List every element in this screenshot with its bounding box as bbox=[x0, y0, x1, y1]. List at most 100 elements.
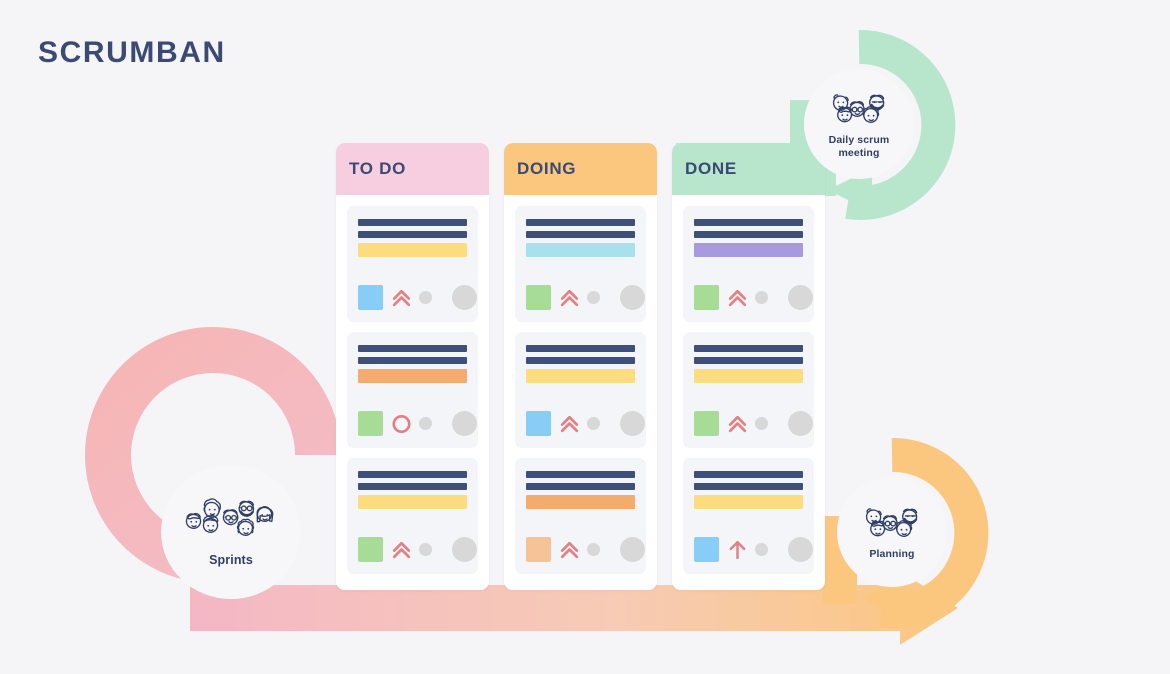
task-card[interactable] bbox=[515, 332, 646, 448]
avatar[interactable] bbox=[452, 537, 477, 562]
card-text-line bbox=[526, 231, 635, 238]
card-color-bar bbox=[694, 243, 803, 257]
card-tag-square[interactable] bbox=[358, 285, 383, 310]
card-status-dot bbox=[419, 417, 432, 430]
card-status-dot bbox=[419, 291, 432, 304]
board-column-doing: DOING bbox=[504, 143, 657, 590]
task-card[interactable] bbox=[515, 458, 646, 574]
board-column-done: DONE bbox=[672, 143, 825, 590]
card-status-dot bbox=[755, 291, 768, 304]
task-card[interactable] bbox=[347, 206, 478, 322]
people-faces-icon bbox=[832, 94, 885, 124]
badge-daily-scrum-meeting[interactable]: Daily scrum meeting bbox=[779, 44, 939, 204]
badge-daily-scrum-content: Daily scrum meeting bbox=[804, 69, 914, 179]
card-tag-square[interactable] bbox=[694, 285, 719, 310]
card-color-bar bbox=[526, 369, 635, 383]
task-card[interactable] bbox=[683, 332, 814, 448]
card-tag-square[interactable] bbox=[694, 537, 719, 562]
card-text-line bbox=[526, 357, 635, 364]
card-text-line bbox=[358, 231, 467, 238]
card-text-line bbox=[358, 483, 467, 490]
double-chevron-up-icon bbox=[392, 541, 411, 559]
column-body-todo bbox=[336, 195, 489, 590]
column-body-done bbox=[672, 195, 825, 590]
card-color-bar bbox=[358, 243, 467, 257]
card-color-bar bbox=[526, 243, 635, 257]
task-card[interactable] bbox=[347, 332, 478, 448]
task-card[interactable] bbox=[347, 458, 478, 574]
card-footer bbox=[694, 537, 813, 562]
card-text-line bbox=[526, 219, 635, 226]
card-footer bbox=[358, 285, 477, 310]
circle-outline-icon bbox=[392, 414, 411, 434]
badge-sprints-content: Sprints bbox=[161, 465, 301, 599]
badge-daily-scrum-label: Daily scrum meeting bbox=[828, 134, 890, 159]
card-tag-square[interactable] bbox=[526, 285, 551, 310]
arrow-up-icon bbox=[729, 540, 746, 560]
avatar[interactable] bbox=[788, 537, 813, 562]
card-text-line bbox=[358, 219, 467, 226]
scrumban-diagram: SCRUMBAN TO DO DOING DONE Daily scrum me… bbox=[0, 0, 1170, 674]
card-color-bar bbox=[358, 369, 467, 383]
column-header-todo[interactable]: TO DO bbox=[336, 143, 489, 195]
card-status-dot bbox=[587, 543, 600, 556]
card-text-line bbox=[694, 471, 803, 478]
badge-planning-content: Planning bbox=[837, 477, 947, 587]
people-faces-icon bbox=[865, 508, 918, 538]
avatar[interactable] bbox=[620, 411, 645, 436]
card-status-dot bbox=[587, 291, 600, 304]
column-title-done: DONE bbox=[685, 159, 737, 178]
column-title-doing: DOING bbox=[517, 159, 577, 178]
card-tag-square[interactable] bbox=[358, 537, 383, 562]
avatar[interactable] bbox=[788, 411, 813, 436]
card-text-line bbox=[358, 357, 467, 364]
card-text-line bbox=[694, 345, 803, 352]
column-title-todo: TO DO bbox=[349, 159, 407, 178]
double-chevron-up-icon bbox=[392, 289, 411, 307]
card-text-line bbox=[694, 219, 803, 226]
badge-planning-label: Planning bbox=[869, 548, 915, 561]
double-chevron-up-icon bbox=[728, 289, 747, 307]
card-color-bar bbox=[358, 495, 467, 509]
card-footer bbox=[694, 411, 813, 436]
double-chevron-up-icon bbox=[560, 415, 579, 433]
card-tag-square[interactable] bbox=[358, 411, 383, 436]
people-faces-icon bbox=[185, 498, 274, 537]
board-column-todo: TO DO bbox=[336, 143, 489, 590]
card-tag-square[interactable] bbox=[526, 411, 551, 436]
card-color-bar bbox=[526, 495, 635, 509]
card-status-dot bbox=[755, 417, 768, 430]
task-card[interactable] bbox=[683, 206, 814, 322]
card-status-dot bbox=[587, 417, 600, 430]
card-text-line bbox=[526, 471, 635, 478]
card-text-line bbox=[694, 231, 803, 238]
card-tag-square[interactable] bbox=[526, 537, 551, 562]
double-chevron-up-icon bbox=[560, 541, 579, 559]
column-header-doing[interactable]: DOING bbox=[504, 143, 657, 195]
page-title: SCRUMBAN bbox=[38, 36, 226, 69]
avatar[interactable] bbox=[620, 285, 645, 310]
avatar[interactable] bbox=[788, 285, 813, 310]
task-card[interactable] bbox=[515, 206, 646, 322]
double-chevron-up-icon bbox=[560, 289, 579, 307]
card-text-line bbox=[358, 345, 467, 352]
card-color-bar bbox=[694, 495, 803, 509]
card-text-line bbox=[694, 483, 803, 490]
card-status-dot bbox=[419, 543, 432, 556]
avatar[interactable] bbox=[452, 285, 477, 310]
badge-sprints[interactable]: Sprints bbox=[108, 437, 338, 627]
task-card[interactable] bbox=[683, 458, 814, 574]
double-chevron-up-icon bbox=[728, 415, 747, 433]
card-footer bbox=[358, 537, 477, 562]
avatar[interactable] bbox=[452, 411, 477, 436]
card-color-bar bbox=[694, 369, 803, 383]
badge-sprints-label: Sprints bbox=[209, 553, 253, 568]
badge-planning[interactable]: Planning bbox=[812, 452, 972, 612]
card-status-dot bbox=[755, 543, 768, 556]
card-text-line bbox=[526, 345, 635, 352]
card-footer bbox=[526, 537, 645, 562]
card-footer bbox=[526, 285, 645, 310]
card-footer bbox=[358, 411, 477, 436]
card-tag-square[interactable] bbox=[694, 411, 719, 436]
avatar[interactable] bbox=[620, 537, 645, 562]
